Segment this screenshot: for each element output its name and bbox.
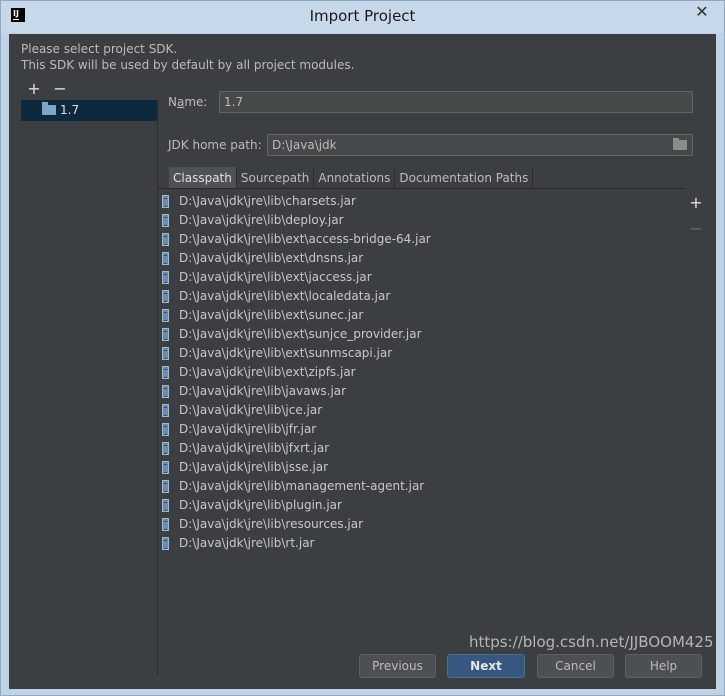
- tab-sourcepath[interactable]: Sourcepath: [236, 167, 315, 189]
- browse-folder-icon[interactable]: [673, 138, 687, 150]
- classpath-item-label: D:\Java\jdk\jre\lib\jce.jar: [179, 403, 323, 417]
- folder-icon: [42, 102, 56, 115]
- import-project-dialog: IJ Import Project ✕ Please select projec…: [0, 0, 725, 696]
- sdk-list: 1.7: [21, 100, 158, 675]
- add-sdk-button[interactable]: +: [26, 81, 42, 98]
- jar-icon: [162, 461, 169, 474]
- jar-icon: [162, 252, 169, 265]
- name-field[interactable]: 1.7: [219, 91, 693, 113]
- jar-icon: [162, 214, 169, 227]
- classpath-item-label: D:\Java\jdk\jre\lib\ext\sunjce_provider.…: [179, 327, 422, 341]
- title-bar: IJ Import Project ✕: [1, 1, 724, 33]
- remove-path-button[interactable]: −: [688, 221, 704, 238]
- name-label: Name:: [168, 95, 208, 109]
- jar-icon: [162, 309, 169, 322]
- classpath-item-label: D:\Java\jdk\jre\lib\ext\dnsns.jar: [179, 251, 364, 265]
- close-button[interactable]: ✕: [686, 2, 718, 22]
- classpath-item-label: D:\Java\jdk\jre\lib\jfxrt.jar: [179, 441, 330, 455]
- cancel-button[interactable]: Cancel: [537, 654, 614, 678]
- jar-icon: [162, 385, 169, 398]
- sdk-list-item[interactable]: 1.7: [21, 100, 157, 121]
- jar-icon: [162, 195, 169, 208]
- tab-documentation-paths[interactable]: Documentation Paths: [395, 167, 534, 189]
- jdk-home-path-field[interactable]: D:\Java\jdk: [267, 134, 693, 156]
- jar-icon: [162, 423, 169, 436]
- classpath-item-label: D:\Java\jdk\jre\lib\ext\sunmscapi.jar: [179, 346, 393, 360]
- jar-icon: [162, 366, 169, 379]
- help-button[interactable]: Help: [625, 654, 702, 678]
- jar-icon: [162, 518, 169, 531]
- tab-classpath[interactable]: Classpath: [169, 167, 237, 189]
- intro-line-1: Please select project SDK.: [21, 42, 178, 56]
- sdk-list-item-label: 1.7: [60, 103, 80, 117]
- jdk-home-path-label: JDK home path:: [168, 138, 262, 152]
- path-tabs: Classpath Sourcepath Annotations Documen…: [169, 167, 534, 189]
- classpath-item-label: D:\Java\jdk\jre\lib\ext\jaccess.jar: [179, 270, 372, 284]
- jar-icon: [162, 499, 169, 512]
- classpath-item-label: D:\Java\jdk\jre\lib\ext\access-bridge-64…: [179, 232, 431, 246]
- jar-icon: [162, 480, 169, 493]
- intro-text: Please select project SDK. This SDK will…: [21, 41, 354, 73]
- jar-icon: [162, 290, 169, 303]
- classpath-item-label: D:\Java\jdk\jre\lib\rt.jar: [179, 536, 315, 550]
- next-button[interactable]: Next: [447, 654, 525, 678]
- jdk-home-path-value: D:\Java\jdk: [272, 138, 337, 152]
- classpath-item-label: D:\Java\jdk\jre\lib\charsets.jar: [179, 194, 356, 208]
- add-path-button[interactable]: +: [688, 195, 704, 212]
- previous-button[interactable]: Previous: [359, 654, 436, 678]
- classpath-item-label: D:\Java\jdk\jre\lib\deploy.jar: [179, 213, 344, 227]
- classpath-item-label: D:\Java\jdk\jre\lib\ext\sunec.jar: [179, 308, 364, 322]
- classpath-item-label: D:\Java\jdk\jre\lib\jsse.jar: [179, 460, 329, 474]
- jar-icon: [162, 271, 169, 284]
- jar-icon: [162, 328, 169, 341]
- classpath-item-label: D:\Java\jdk\jre\lib\resources.jar: [179, 517, 364, 531]
- tab-annotations[interactable]: Annotations: [314, 167, 396, 189]
- window-title: Import Project: [309, 7, 416, 25]
- classpath-item-label: D:\Java\jdk\jre\lib\ext\zipfs.jar: [179, 365, 356, 379]
- watermark-text: https://blog.csdn.net/JJBOOM425: [469, 633, 714, 651]
- classpath-item-label: D:\Java\jdk\jre\lib\management-agent.jar: [179, 479, 425, 493]
- jar-icon: [162, 537, 169, 550]
- classpath-item-label: D:\Java\jdk\jre\lib\javaws.jar: [179, 384, 347, 398]
- classpath-item-label: D:\Java\jdk\jre\lib\jfr.jar: [179, 422, 317, 436]
- classpath-list: D:\Java\jdk\jre\lib\charsets.jar D:\Java…: [158, 188, 686, 644]
- jar-icon: [162, 233, 169, 246]
- intro-line-2: This SDK will be used by default by all …: [21, 58, 355, 72]
- classpath-item-label: D:\Java\jdk\jre\lib\plugin.jar: [179, 498, 342, 512]
- remove-sdk-button[interactable]: −: [52, 81, 68, 98]
- jar-icon: [162, 442, 169, 455]
- jar-icon: [162, 404, 169, 417]
- jar-icon: [162, 347, 169, 360]
- dialog-content: Please select project SDK. This SDK will…: [9, 34, 716, 689]
- classpath-item-label: D:\Java\jdk\jre\lib\ext\localedata.jar: [179, 289, 391, 303]
